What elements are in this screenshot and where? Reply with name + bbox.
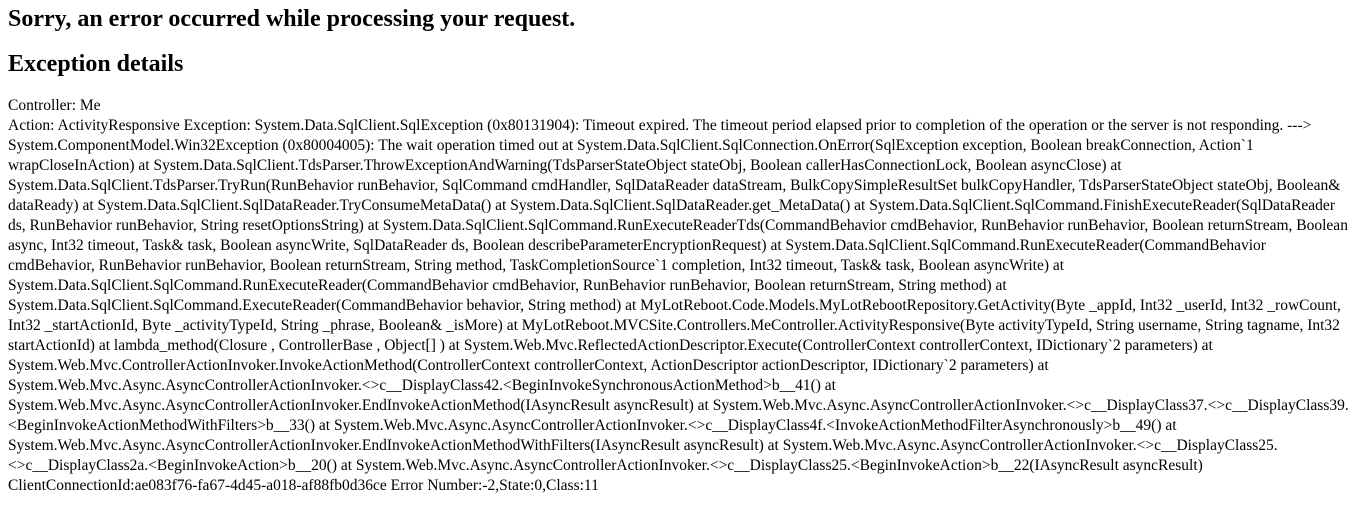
- controller-line: Controller: Me: [8, 96, 1352, 116]
- exception-details-heading: Exception details: [8, 51, 1352, 78]
- exception-trace: Action: ActivityResponsive Exception: Sy…: [8, 116, 1352, 496]
- error-heading: Sorry, an error occurred while processin…: [8, 6, 1352, 33]
- exception-details-body: Controller: Me Action: ActivityResponsiv…: [8, 96, 1352, 496]
